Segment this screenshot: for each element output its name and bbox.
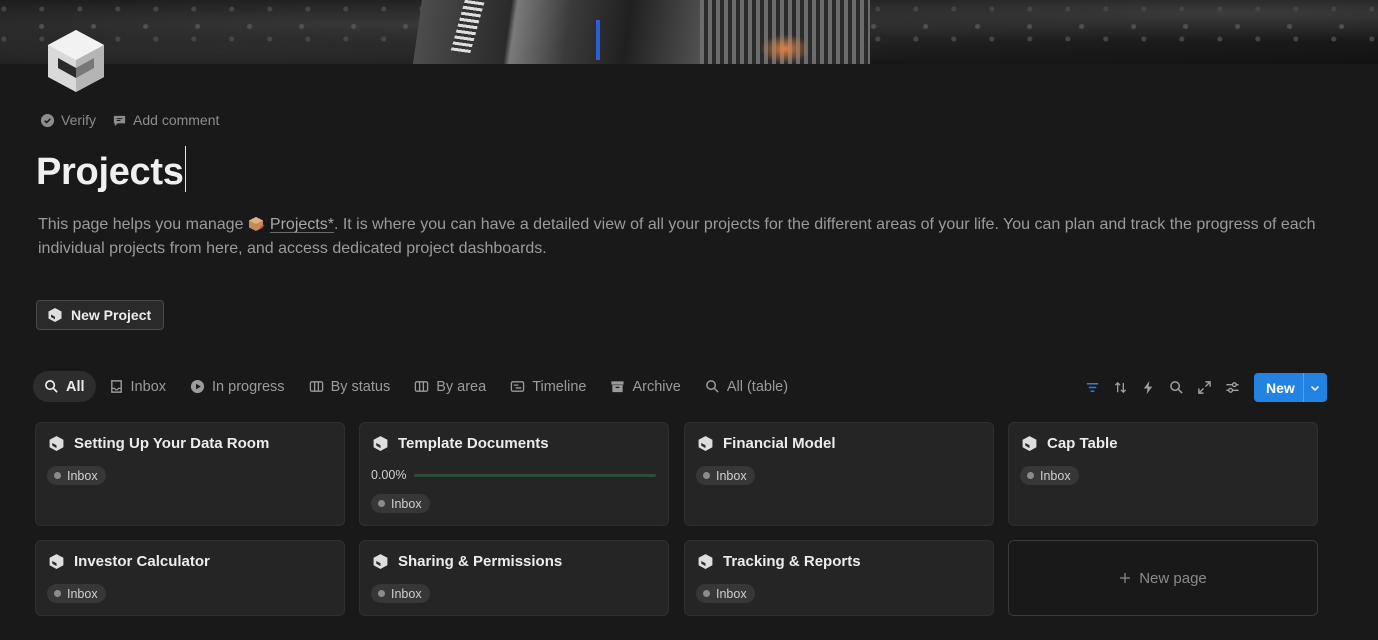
archive-icon <box>611 381 625 393</box>
new-page-label: New page <box>1139 569 1207 587</box>
project-card[interactable]: Financial Model Inbox <box>684 422 994 526</box>
project-card[interactable]: Template Documents 0.00% Inbox <box>359 422 669 526</box>
search-icon <box>1169 381 1183 394</box>
play-icon <box>190 379 205 394</box>
projects-link[interactable]: Projects* <box>270 216 334 233</box>
sort-button[interactable] <box>1106 374 1134 402</box>
tab-in-progress[interactable]: In progress <box>179 371 296 402</box>
project-card[interactable]: Investor Calculator Inbox <box>35 540 345 616</box>
add-comment-label: Add comment <box>133 112 220 128</box>
status-badge: Inbox <box>371 584 430 603</box>
cube-icon <box>49 554 64 569</box>
verify-label: Verify <box>61 112 97 128</box>
search-icon <box>45 380 58 393</box>
plus-icon <box>1120 573 1131 583</box>
status-badge: Inbox <box>371 494 430 513</box>
search-button[interactable] <box>1162 374 1190 402</box>
inbox-icon <box>110 380 122 393</box>
tab-archive[interactable]: Archive <box>599 371 691 402</box>
status-badge: Inbox <box>47 584 106 603</box>
chevron-down-icon <box>1311 385 1320 391</box>
progress-value: 0.00% <box>371 468 407 482</box>
project-card[interactable]: Setting Up Your Data Room Inbox <box>35 422 345 526</box>
view-toolbar: New <box>1078 373 1327 402</box>
expand-button[interactable] <box>1190 374 1218 402</box>
description-text: This page helps you manage <box>38 216 248 233</box>
timeline-icon <box>510 381 525 392</box>
verify-badge-icon <box>40 113 55 127</box>
status-badge: Inbox <box>1020 466 1079 485</box>
settings-icon <box>1225 382 1239 393</box>
page-cube-icon[interactable] <box>44 28 108 94</box>
projects-cube-icon <box>248 216 266 232</box>
text-cursor <box>184 146 187 192</box>
tab-timeline[interactable]: Timeline <box>499 371 597 402</box>
automation-button[interactable] <box>1134 374 1162 402</box>
tab-inbox[interactable]: Inbox <box>98 371 177 402</box>
cube-icon <box>698 436 713 451</box>
tab-by-status[interactable]: By status <box>298 371 402 402</box>
cube-icon <box>1022 436 1037 451</box>
card-title: Cap Table <box>1047 435 1118 452</box>
filter-button[interactable] <box>1078 374 1106 402</box>
project-card[interactable]: Sharing & Permissions Inbox <box>359 540 669 616</box>
progress-bar <box>414 473 657 477</box>
card-title: Tracking & Reports <box>723 553 861 570</box>
search-icon <box>705 380 719 393</box>
tab-all[interactable]: All <box>33 371 96 402</box>
cube-icon <box>48 308 62 322</box>
page-title[interactable]: Projects <box>36 146 187 194</box>
page-description: This page helps you manage Projects*. It… <box>38 213 1328 261</box>
cube-icon <box>49 436 64 451</box>
card-title: Financial Model <box>723 435 836 452</box>
status-badge: Inbox <box>47 466 106 485</box>
expand-icon <box>1197 381 1211 394</box>
tab-by-area[interactable]: By area <box>403 371 497 402</box>
tab-all-table[interactable]: All (table) <box>694 371 799 402</box>
card-title: Sharing & Permissions <box>398 553 563 570</box>
new-project-button[interactable]: New Project <box>36 300 165 330</box>
card-title: Template Documents <box>398 435 549 452</box>
board-icon <box>309 381 323 392</box>
card-title: Investor Calculator <box>74 553 210 570</box>
view-settings-button[interactable] <box>1218 374 1246 402</box>
verify-button[interactable]: Verify <box>40 112 96 128</box>
new-button-label[interactable]: New <box>1254 373 1303 402</box>
project-card[interactable]: Tracking & Reports Inbox <box>684 540 994 616</box>
automation-icon <box>1143 380 1152 395</box>
new-dropdown-button[interactable] <box>1302 373 1327 402</box>
sort-icon <box>1114 381 1126 394</box>
cover-image <box>0 0 1378 64</box>
new-page-button[interactable]: New page <box>1008 540 1318 616</box>
comment-icon <box>113 115 126 126</box>
cube-icon <box>373 554 388 569</box>
cube-icon <box>373 436 388 451</box>
cube-icon <box>698 554 713 569</box>
card-title: Setting Up Your Data Room <box>74 435 270 452</box>
status-badge: Inbox <box>696 584 755 603</box>
new-button[interactable]: New <box>1254 373 1327 402</box>
view-tabs: All Inbox In progress By status By area … <box>33 371 801 402</box>
project-card[interactable]: Cap Table Inbox <box>1008 422 1318 526</box>
add-comment-button[interactable]: Add comment <box>112 112 219 128</box>
status-badge: Inbox <box>696 466 755 485</box>
filter-icon <box>1086 383 1098 392</box>
board-icon <box>414 381 429 392</box>
progress-indicator: 0.00% <box>371 468 657 482</box>
new-project-label: New Project <box>71 307 152 323</box>
